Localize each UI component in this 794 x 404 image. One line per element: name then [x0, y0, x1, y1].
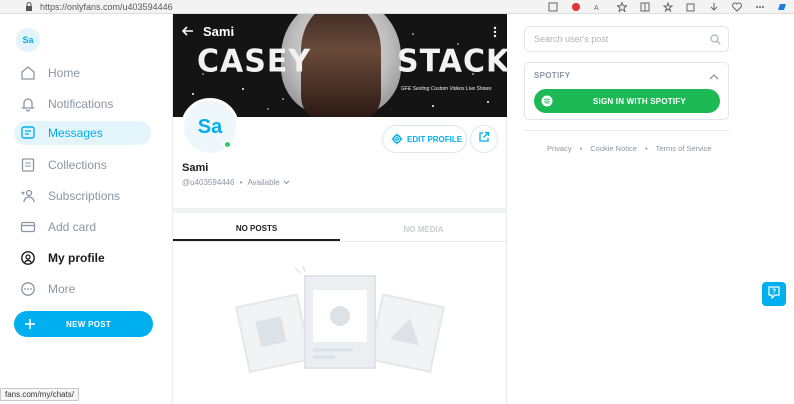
meta-separator: •: [239, 178, 243, 187]
sidebar-item-label: Add card: [48, 220, 97, 234]
share-icon: [478, 130, 490, 148]
new-post-button[interactable]: NEW POST: [14, 311, 153, 337]
edit-profile-button[interactable]: EDIT PROFILE: [382, 125, 467, 153]
right-column: Search user's post SPOTIFY SIGN IN WITH …: [507, 14, 794, 404]
downloads-icon[interactable]: [708, 2, 719, 13]
message-icon: [19, 124, 37, 142]
status-bar-url: fans.com/my/chats/: [0, 388, 79, 401]
footer-separator: •: [579, 144, 583, 153]
favorite-star-icon[interactable]: [616, 2, 627, 13]
search-placeholder: Search user's post: [534, 34, 609, 44]
new-post-label: NEW POST: [66, 319, 112, 329]
spotify-sign-in-button[interactable]: SIGN IN WITH SPOTIFY: [534, 89, 720, 113]
sidebar-item-messages[interactable]: Messages: [14, 121, 151, 145]
address-bar[interactable]: https://onlyfans.com/u403594446: [40, 2, 173, 12]
sidebar-item-label: Home: [48, 66, 81, 80]
sidebar-item-subscriptions[interactable]: Subscriptions: [14, 184, 151, 208]
privacy-link[interactable]: Privacy: [547, 144, 572, 153]
sidebar: Sa Home Notifications Messages Collectio…: [0, 14, 172, 404]
footer-separator: •: [644, 144, 648, 153]
chevron-up-icon[interactable]: [708, 70, 720, 82]
split-screen-icon[interactable]: [639, 2, 650, 13]
bookmark-icon: [19, 156, 37, 174]
profile-name: Sami: [182, 162, 209, 174]
profile-icon: [19, 249, 37, 267]
health-icon[interactable]: [731, 2, 742, 13]
svg-text:A: A: [594, 5, 599, 12]
terms-of-service-link[interactable]: Terms of Service: [656, 144, 712, 153]
sidebar-item-label: Messages: [48, 126, 103, 140]
collections-icon[interactable]: [685, 2, 696, 13]
spotify-icon: [540, 95, 553, 108]
chevron-down-icon: [283, 178, 290, 187]
sidebar-item-collections[interactable]: Collections: [14, 153, 151, 177]
header-profile-name: Sami: [203, 24, 235, 39]
spotify-title: SPOTIFY: [534, 71, 571, 80]
sidebar-item-label: Collections: [48, 158, 107, 172]
back-arrow-icon[interactable]: [181, 24, 195, 38]
profile-tabs: NO POSTS NO MEDIA: [173, 218, 507, 242]
banner-title-right: STACKS: [397, 43, 507, 80]
kebab-menu-icon[interactable]: [493, 25, 497, 38]
lock-icon: [22, 0, 36, 14]
bell-icon: [19, 95, 37, 113]
sidebar-item-more[interactable]: More: [14, 277, 151, 301]
gear-icon: [391, 133, 403, 145]
browser-actions: A: [547, 0, 788, 14]
banner-title-left: CASEY: [197, 43, 312, 80]
help-icon: ?: [767, 285, 781, 304]
empty-state-illustration: [235, 266, 445, 374]
availability-label: Available: [247, 178, 280, 187]
browser-toolbar: https://onlyfans.com/u403594446 A: [0, 0, 794, 14]
search-input[interactable]: Search user's post: [524, 26, 729, 52]
more-browser-icon[interactable]: [754, 2, 765, 13]
read-aloud-icon[interactable]: A: [593, 2, 604, 13]
plus-icon: [24, 318, 36, 330]
svg-text:?: ?: [772, 288, 776, 295]
more-icon: [19, 280, 37, 298]
profile-column: CASEY STACKS GFE Sexting Custom Videos L…: [172, 14, 507, 404]
footer-links: Privacy • Cookie Notice • Terms of Servi…: [547, 144, 711, 153]
sidebar-item-add-card[interactable]: Add card: [14, 215, 151, 239]
spotify-sign-in-label: SIGN IN WITH SPOTIFY: [593, 96, 686, 106]
profile-meta-row: @u403594446 • Available: [182, 178, 290, 187]
availability-dropdown[interactable]: Available: [247, 178, 290, 187]
online-status-dot: [223, 140, 232, 149]
sidebar-item-label: More: [48, 282, 76, 296]
spotify-card: SPOTIFY SIGN IN WITH SPOTIFY: [524, 62, 729, 120]
banner-subtitle: GFE Sexting Custom Videos Live Shows: [401, 86, 492, 92]
sidebar-item-label: Notifications: [48, 97, 114, 111]
edit-profile-label: EDIT PROFILE: [407, 134, 463, 144]
sidebar-item-my-profile[interactable]: My profile: [14, 246, 151, 270]
notification-badge-icon[interactable]: [570, 2, 581, 13]
tab-posts[interactable]: NO POSTS: [173, 218, 340, 241]
sidebar-item-home[interactable]: Home: [14, 61, 151, 85]
user-star-icon: [19, 187, 37, 205]
home-icon: [19, 64, 37, 82]
sidebar-item-notifications[interactable]: Notifications: [14, 92, 151, 116]
help-button[interactable]: ?: [762, 282, 786, 306]
sidebar-item-label: Subscriptions: [48, 189, 121, 203]
extensions-icon[interactable]: [547, 2, 558, 13]
cookie-notice-link[interactable]: Cookie Notice: [590, 144, 637, 153]
right-divider: [524, 130, 729, 131]
copilot-icon[interactable]: [777, 2, 788, 13]
sidebar-item-label: My profile: [48, 251, 105, 265]
profile-handle: @u403594446: [182, 178, 235, 187]
section-divider: [173, 208, 507, 213]
tab-media[interactable]: NO MEDIA: [340, 218, 507, 241]
search-icon: [709, 33, 721, 45]
favorites-icon[interactable]: [662, 2, 673, 13]
share-button[interactable]: [470, 125, 498, 153]
card-icon: [19, 218, 37, 236]
avatar[interactable]: Sa: [16, 28, 40, 52]
